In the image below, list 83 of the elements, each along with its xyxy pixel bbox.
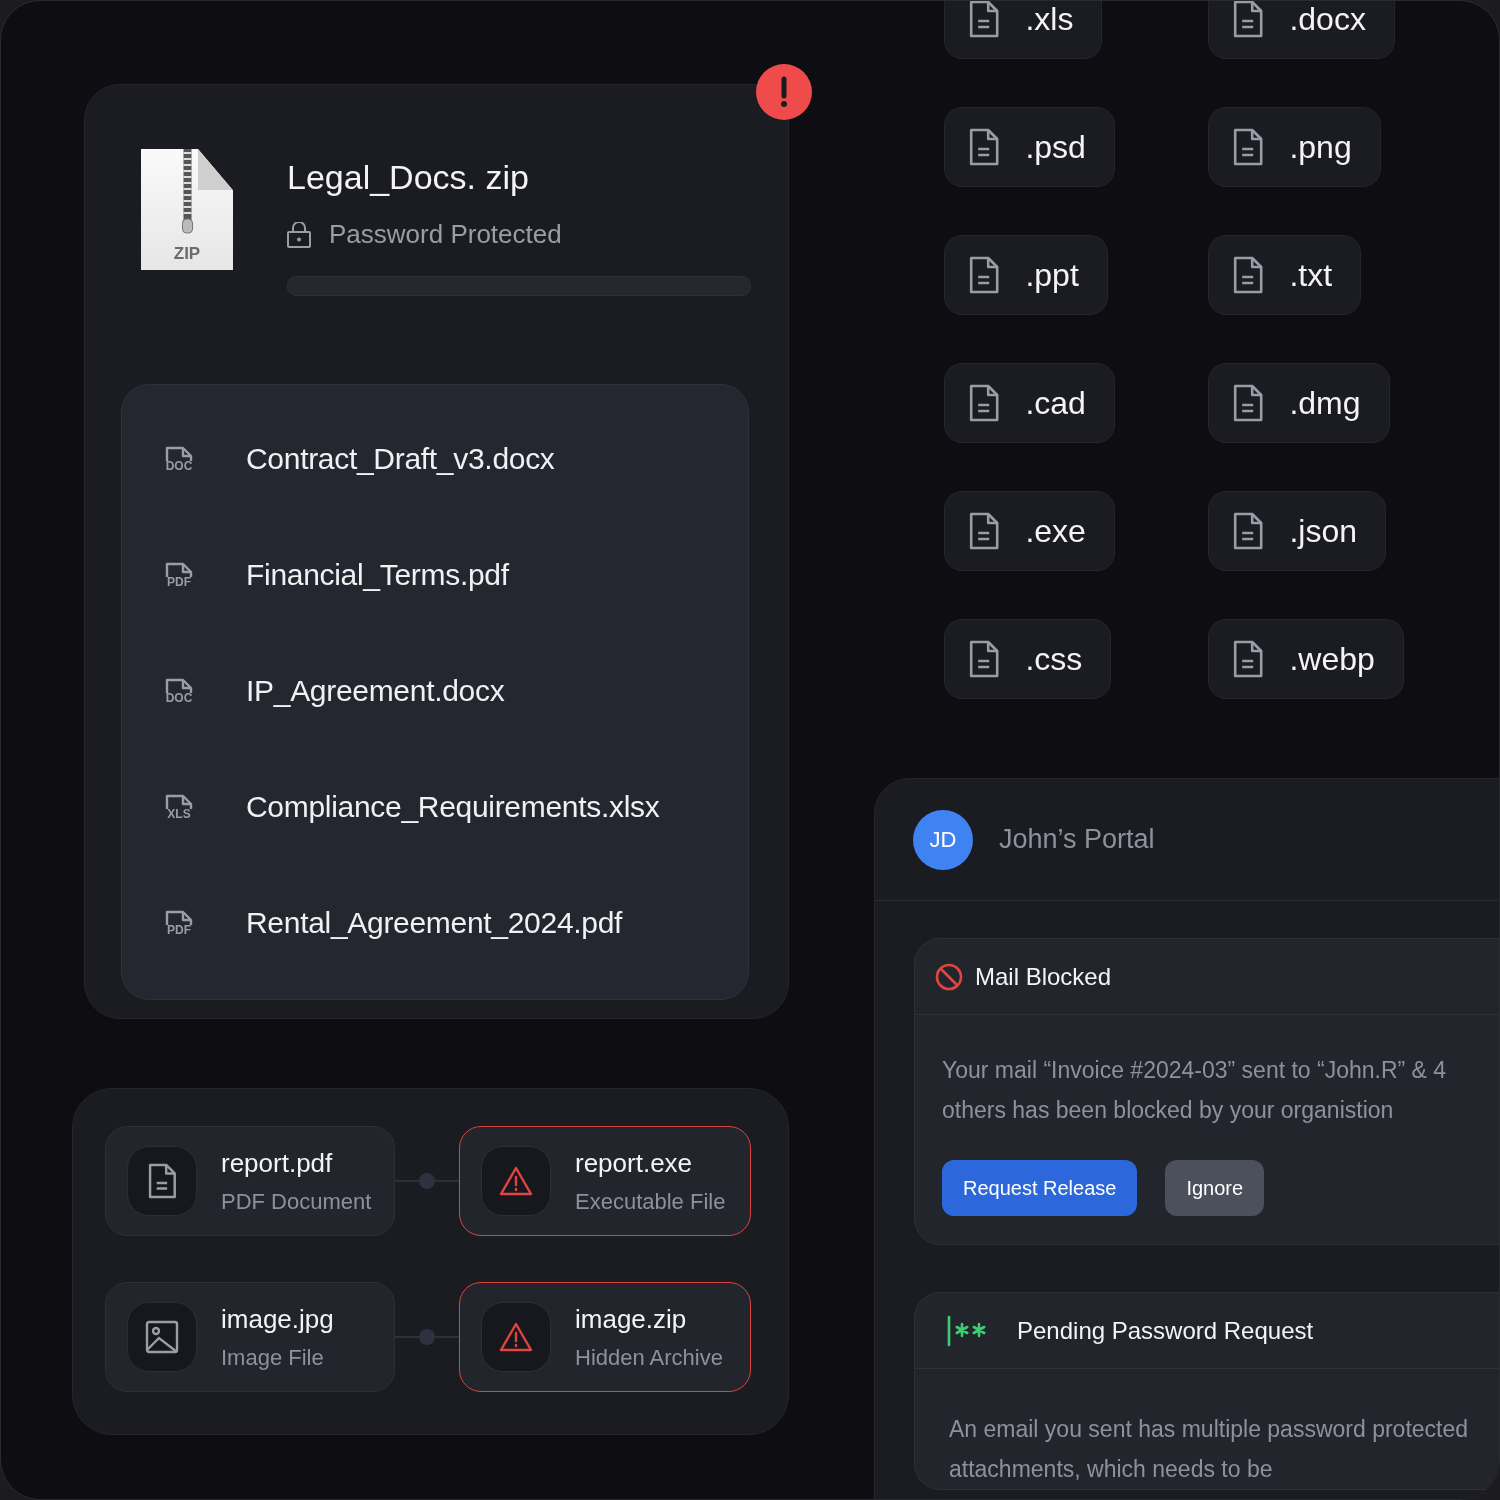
- extension-chip[interactable]: .psd: [944, 107, 1115, 187]
- primary-button[interactable]: Request Release: [942, 1160, 1138, 1216]
- extension-chip[interactable]: .txt: [1208, 235, 1362, 315]
- extension-label: .txt: [1289, 256, 1333, 294]
- extension-chip[interactable]: .css: [944, 619, 1112, 699]
- file-icon: [969, 128, 1000, 166]
- portal-title: John’s Portal: [999, 824, 1155, 855]
- file-type-label: PDF: [167, 576, 191, 588]
- file-icon: [969, 512, 1000, 550]
- file-icon: [1233, 1, 1264, 38]
- file-type: Hidden Archive: [575, 1344, 723, 1371]
- extension-label: .ppt: [1025, 256, 1079, 294]
- extension-chip[interactable]: .cad: [944, 363, 1115, 443]
- extension-label: .dmg: [1289, 384, 1361, 422]
- connector: [395, 1171, 459, 1191]
- extension-label: .exe: [1025, 512, 1086, 550]
- alert-message: Your mail “Invoice #2024-03” sent to “John.R” & 4 others has been blocked by your organistion: [942, 1056, 1448, 1125]
- page-icon: [165, 562, 193, 577]
- file-type-label: XLS: [167, 808, 191, 820]
- connector: [395, 1327, 459, 1347]
- warning-icon: [499, 1322, 533, 1352]
- file-type-label: DOC: [165, 692, 193, 704]
- file-node[interactable]: image.zip Hidden Archive: [459, 1282, 751, 1392]
- extension-label: .xls: [1025, 1, 1074, 38]
- file-node[interactable]: report.pdf PDF Document: [105, 1126, 395, 1236]
- page-icon: [165, 678, 193, 693]
- secondary-button[interactable]: Ignore: [1165, 1160, 1265, 1216]
- page-icon: [165, 910, 193, 925]
- file-icon: [969, 1, 1000, 38]
- avatar: JD: [913, 809, 973, 870]
- file-type: Executable File: [575, 1188, 726, 1215]
- page-icon: [165, 446, 193, 461]
- file-icon: [969, 384, 1000, 422]
- extension-chip[interactable]: .exe: [944, 491, 1115, 571]
- file-icon: [1233, 512, 1264, 550]
- page-fold-icon: [198, 149, 233, 190]
- file-name: report.exe: [575, 1147, 694, 1179]
- file-name[interactable]: Financial_Terms.pdf: [246, 558, 509, 592]
- file-type: PDF Document: [221, 1188, 372, 1215]
- extension-label: .webp: [1289, 640, 1375, 678]
- extension-label: .css: [1025, 640, 1083, 678]
- extension-label: .docx: [1289, 1, 1366, 38]
- file-type: Image File: [221, 1344, 325, 1371]
- page-icon: [165, 794, 193, 809]
- extension-label: .json: [1289, 512, 1357, 550]
- extension-chip[interactable]: .json: [1208, 491, 1386, 571]
- archive-name: Legal_Docs. zip: [287, 157, 530, 197]
- warning-icon: [499, 1166, 533, 1196]
- extension-chip[interactable]: .ppt: [944, 235, 1108, 315]
- file-node[interactable]: image.jpg Image File: [105, 1282, 395, 1392]
- alert-message: An email you sent has multiple password protected attachments, which needs to be: [949, 1415, 1470, 1484]
- extension-chip[interactable]: .dmg: [1208, 363, 1390, 443]
- file-name[interactable]: Contract_Draft_v3.docx: [246, 442, 555, 476]
- file-node[interactable]: report.exe Executable File: [459, 1126, 751, 1236]
- password-status: Password Protected: [329, 219, 562, 250]
- zip-label: ZIP: [173, 244, 201, 265]
- extension-label: .cad: [1025, 384, 1086, 422]
- file-name[interactable]: Rental_Agreement_2024.pdf: [246, 906, 623, 940]
- lock-icon: [287, 221, 311, 248]
- file-name: image.jpg: [221, 1303, 334, 1335]
- file-name[interactable]: Compliance_Requirements.xlsx: [246, 790, 660, 824]
- file-type-label: DOC: [165, 460, 193, 472]
- file-icon: [147, 1163, 177, 1199]
- blocked-icon: [935, 962, 963, 991]
- file-icon: [1233, 128, 1264, 166]
- file-icon: [1233, 384, 1264, 422]
- extension-chip[interactable]: .xls: [944, 1, 1103, 59]
- extension-chip[interactable]: .webp: [1208, 619, 1404, 699]
- file-name[interactable]: IP_Agreement.docx: [246, 674, 505, 708]
- file-name: report.pdf: [221, 1147, 334, 1179]
- file-icon: [969, 256, 1000, 294]
- file-type-label: PDF: [167, 924, 191, 936]
- extension-label: .psd: [1025, 128, 1086, 166]
- extension-chip[interactable]: .docx: [1208, 1, 1395, 59]
- file-name: image.zip: [575, 1303, 688, 1335]
- alert-title: Pending Password Request: [1017, 1316, 1314, 1345]
- extension-label: .png: [1289, 128, 1352, 166]
- file-icon: [969, 640, 1000, 678]
- file-icon: [1233, 640, 1264, 678]
- file-icon: [1233, 256, 1264, 294]
- alert-title: Mail Blocked: [975, 962, 1112, 991]
- extension-chip[interactable]: .png: [1208, 107, 1381, 187]
- image-icon: [145, 1320, 179, 1354]
